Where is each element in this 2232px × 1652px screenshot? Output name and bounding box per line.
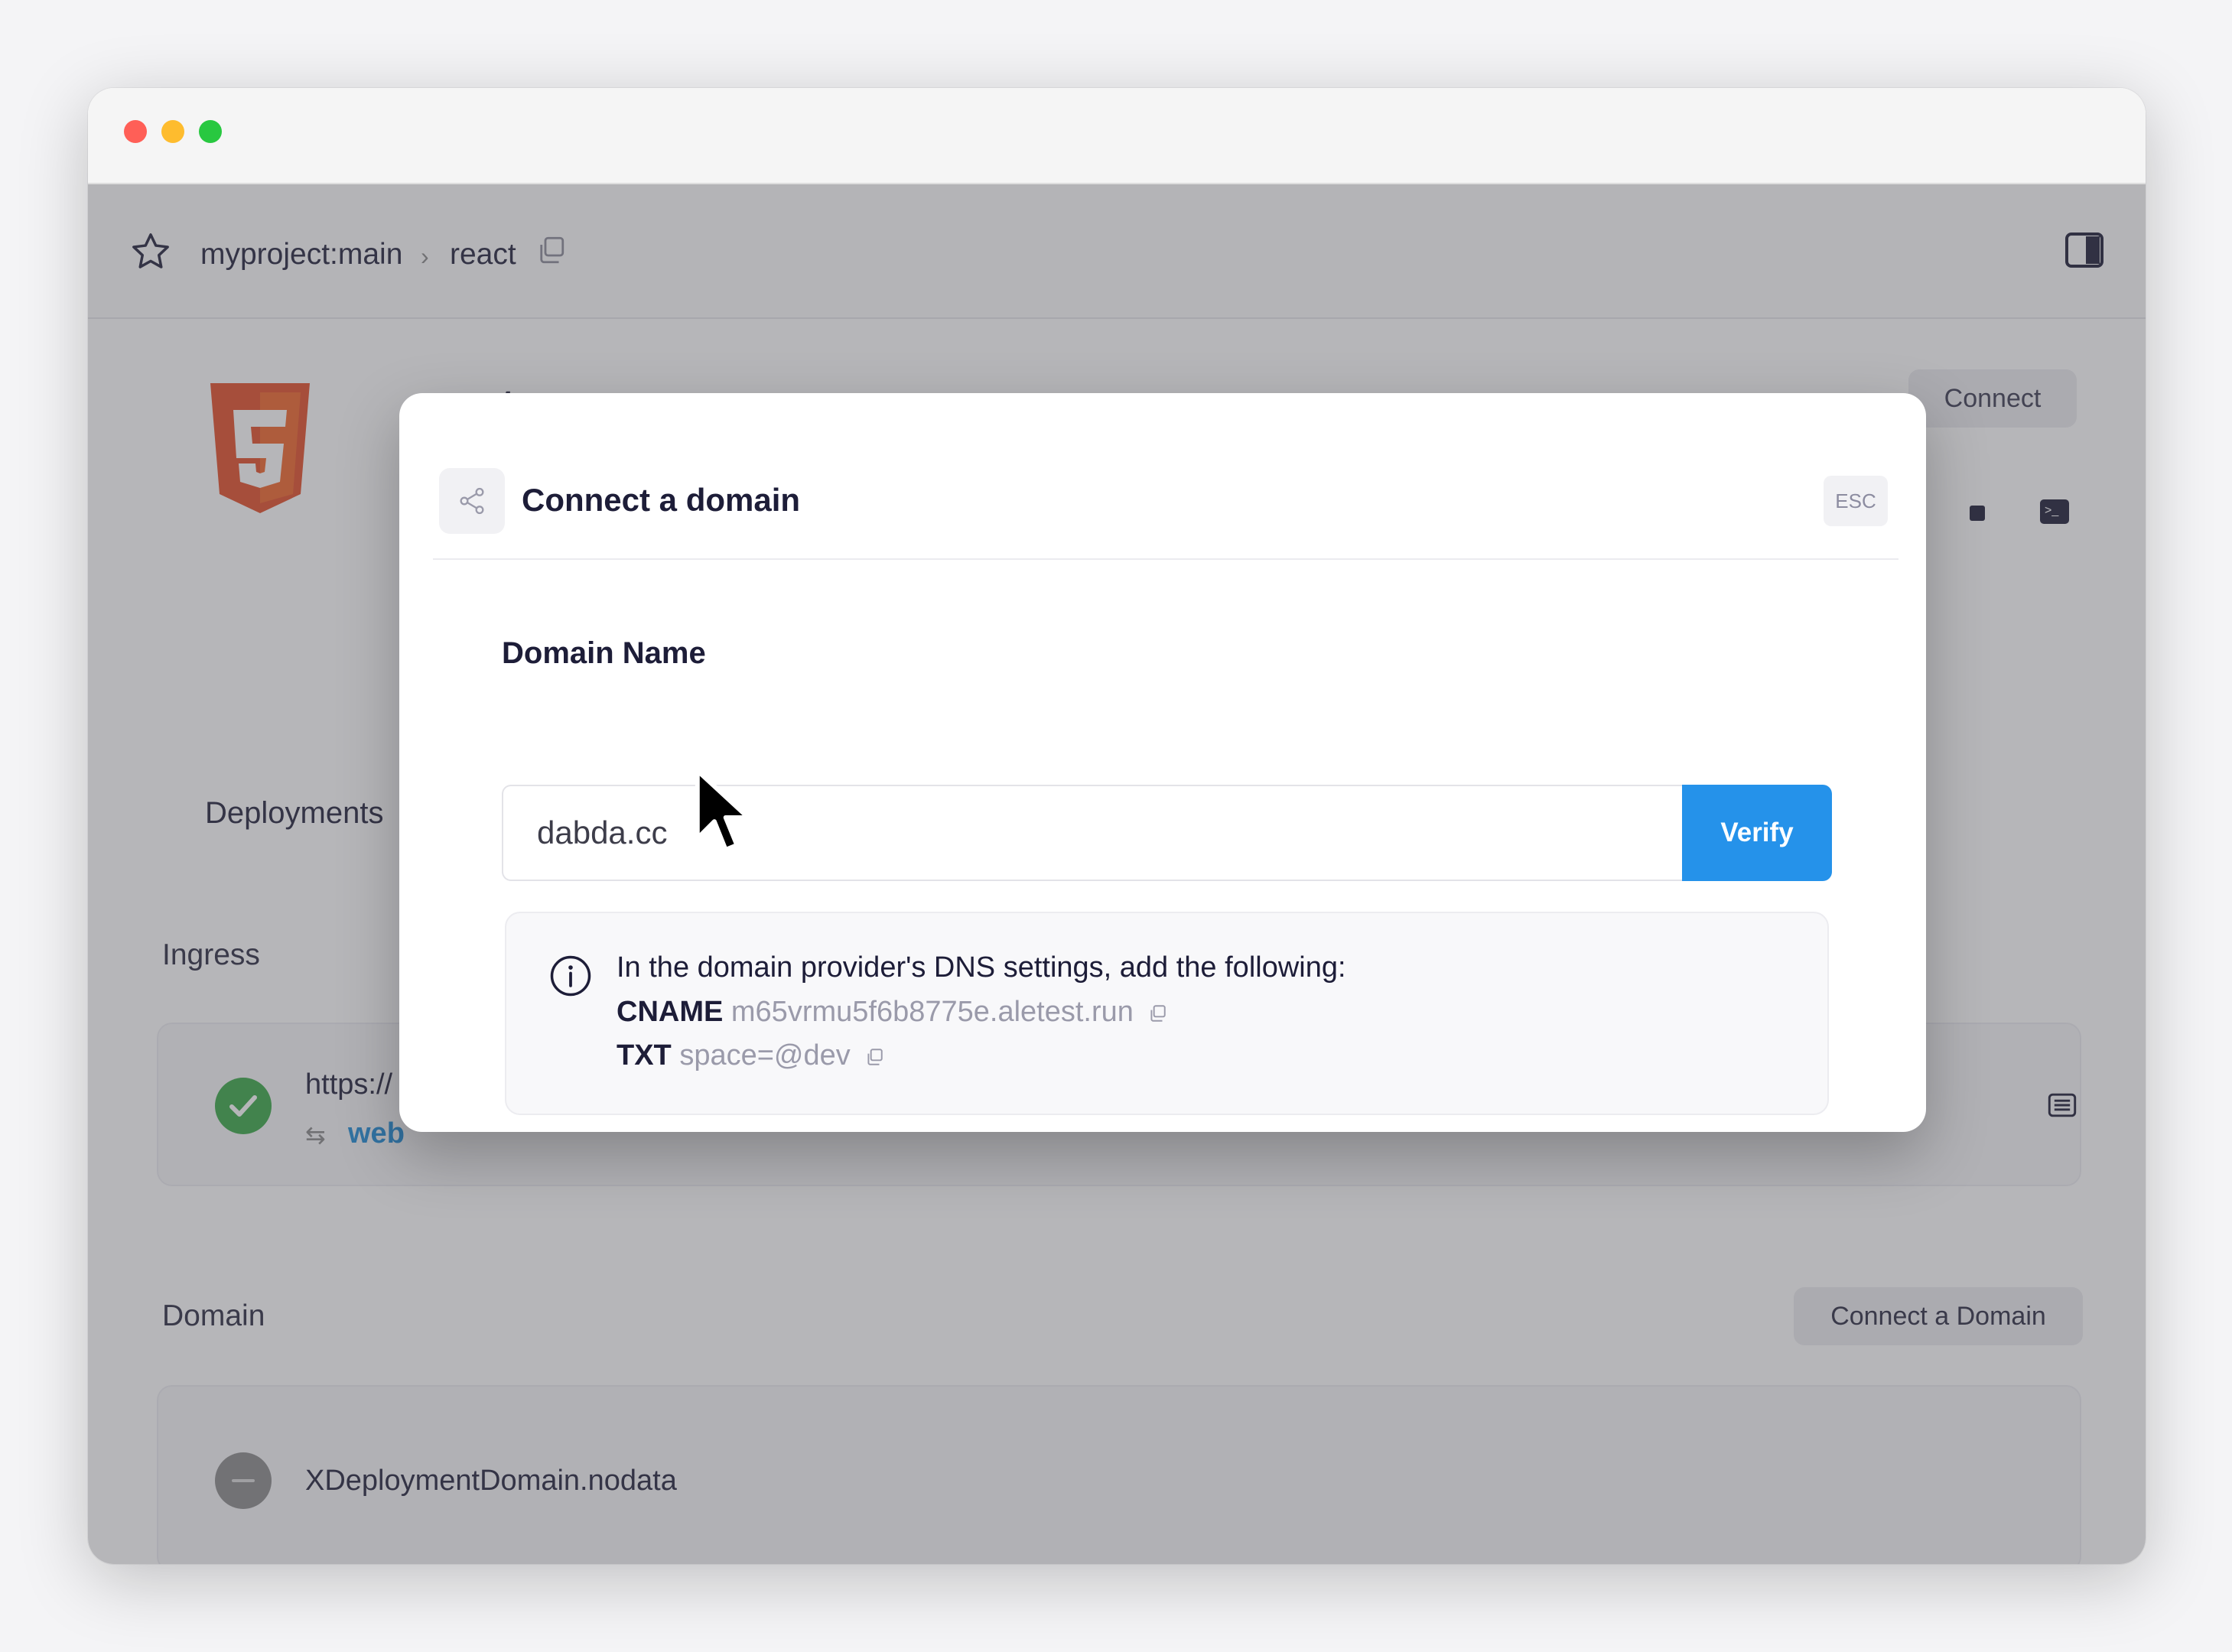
- domain-name-input[interactable]: [502, 785, 1683, 881]
- dns-instruction-text: In the domain provider's DNS settings, a…: [617, 951, 1346, 984]
- dns-record-cname: CNAME m65vrmu5f6b8775e.aletest.run: [617, 996, 1167, 1029]
- verify-button[interactable]: Verify: [1682, 785, 1832, 881]
- copy-icon[interactable]: [1147, 1003, 1167, 1023]
- cursor-icon: [695, 768, 751, 852]
- dns-instructions: In the domain provider's DNS settings, a…: [505, 912, 1829, 1115]
- dns-record-txt: TXT space=@dev: [617, 1039, 884, 1072]
- info-icon: [550, 955, 591, 997]
- record-type: TXT: [617, 1039, 672, 1072]
- record-value: space=@dev: [679, 1039, 851, 1072]
- modal-title: Connect a domain: [522, 482, 801, 518]
- copy-icon[interactable]: [864, 1047, 884, 1067]
- close-modal-button[interactable]: ESC: [1824, 476, 1888, 526]
- app-window: myproject:main › react react Connect >_: [88, 88, 2146, 1564]
- maximize-window-button[interactable]: [199, 120, 222, 143]
- record-type: CNAME: [617, 996, 724, 1028]
- close-window-button[interactable]: [124, 120, 147, 143]
- title-bar: [88, 88, 2146, 184]
- minimize-window-button[interactable]: [161, 120, 184, 143]
- share-icon: [439, 468, 505, 534]
- connect-domain-modal: Connect a domain ESC Domain Name Verify …: [399, 393, 1926, 1132]
- modal-divider: [433, 558, 1899, 560]
- domain-name-label: Domain Name: [502, 636, 706, 670]
- record-value: m65vrmu5f6b8775e.aletest.run: [730, 996, 1134, 1028]
